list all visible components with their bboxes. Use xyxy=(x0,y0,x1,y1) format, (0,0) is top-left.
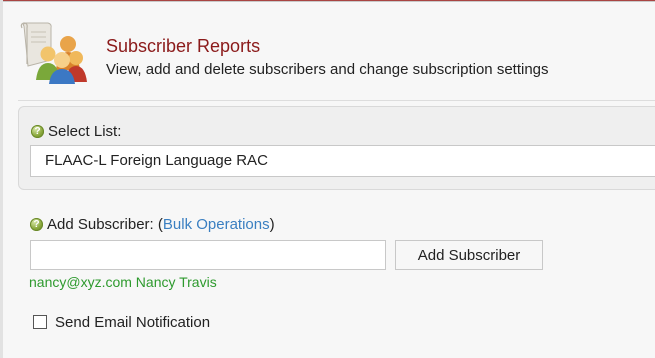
select-list-label: Select List: xyxy=(48,123,122,140)
send-email-notification-checkbox[interactable] xyxy=(33,315,47,330)
left-border xyxy=(0,0,3,358)
select-list-label-row: ? Select List: xyxy=(31,123,121,140)
header-divider xyxy=(18,100,655,101)
add-subscriber-label: Add Subscriber: ( xyxy=(47,216,163,233)
select-list-panel: ? Select List: FLAAC-L Foreign Language R… xyxy=(18,106,655,190)
subscribers-group-icon xyxy=(18,20,92,86)
help-icon[interactable]: ? xyxy=(30,217,43,231)
page-subtitle: View, add and delete subscribers and cha… xyxy=(106,61,549,78)
send-email-notification-row: Send Email Notification xyxy=(33,314,210,331)
add-subscriber-label-row: ? Add Subscriber: (Bulk Operations) xyxy=(30,216,275,233)
bulk-operations-link[interactable]: Bulk Operations xyxy=(163,216,270,233)
add-subscriber-input[interactable] xyxy=(30,240,386,270)
top-accent-line xyxy=(0,0,655,1)
page-title: Subscriber Reports xyxy=(106,36,261,56)
add-subscriber-button[interactable]: Add Subscriber xyxy=(395,240,543,270)
subscriber-suggestion[interactable]: nancy@xyz.com Nancy Travis xyxy=(29,274,217,290)
list-select[interactable]: FLAAC-L Foreign Language RAC xyxy=(30,145,655,177)
list-select-value: FLAAC-L Foreign Language RAC xyxy=(45,152,268,169)
add-subscriber-label-close: ) xyxy=(269,216,275,233)
help-icon[interactable]: ? xyxy=(31,124,44,138)
page-header: Subscriber Reports View, add and delete … xyxy=(18,20,655,90)
subscriber-reports-page: Subscriber Reports View, add and delete … xyxy=(0,0,655,358)
send-email-notification-label: Send Email Notification xyxy=(55,314,211,331)
